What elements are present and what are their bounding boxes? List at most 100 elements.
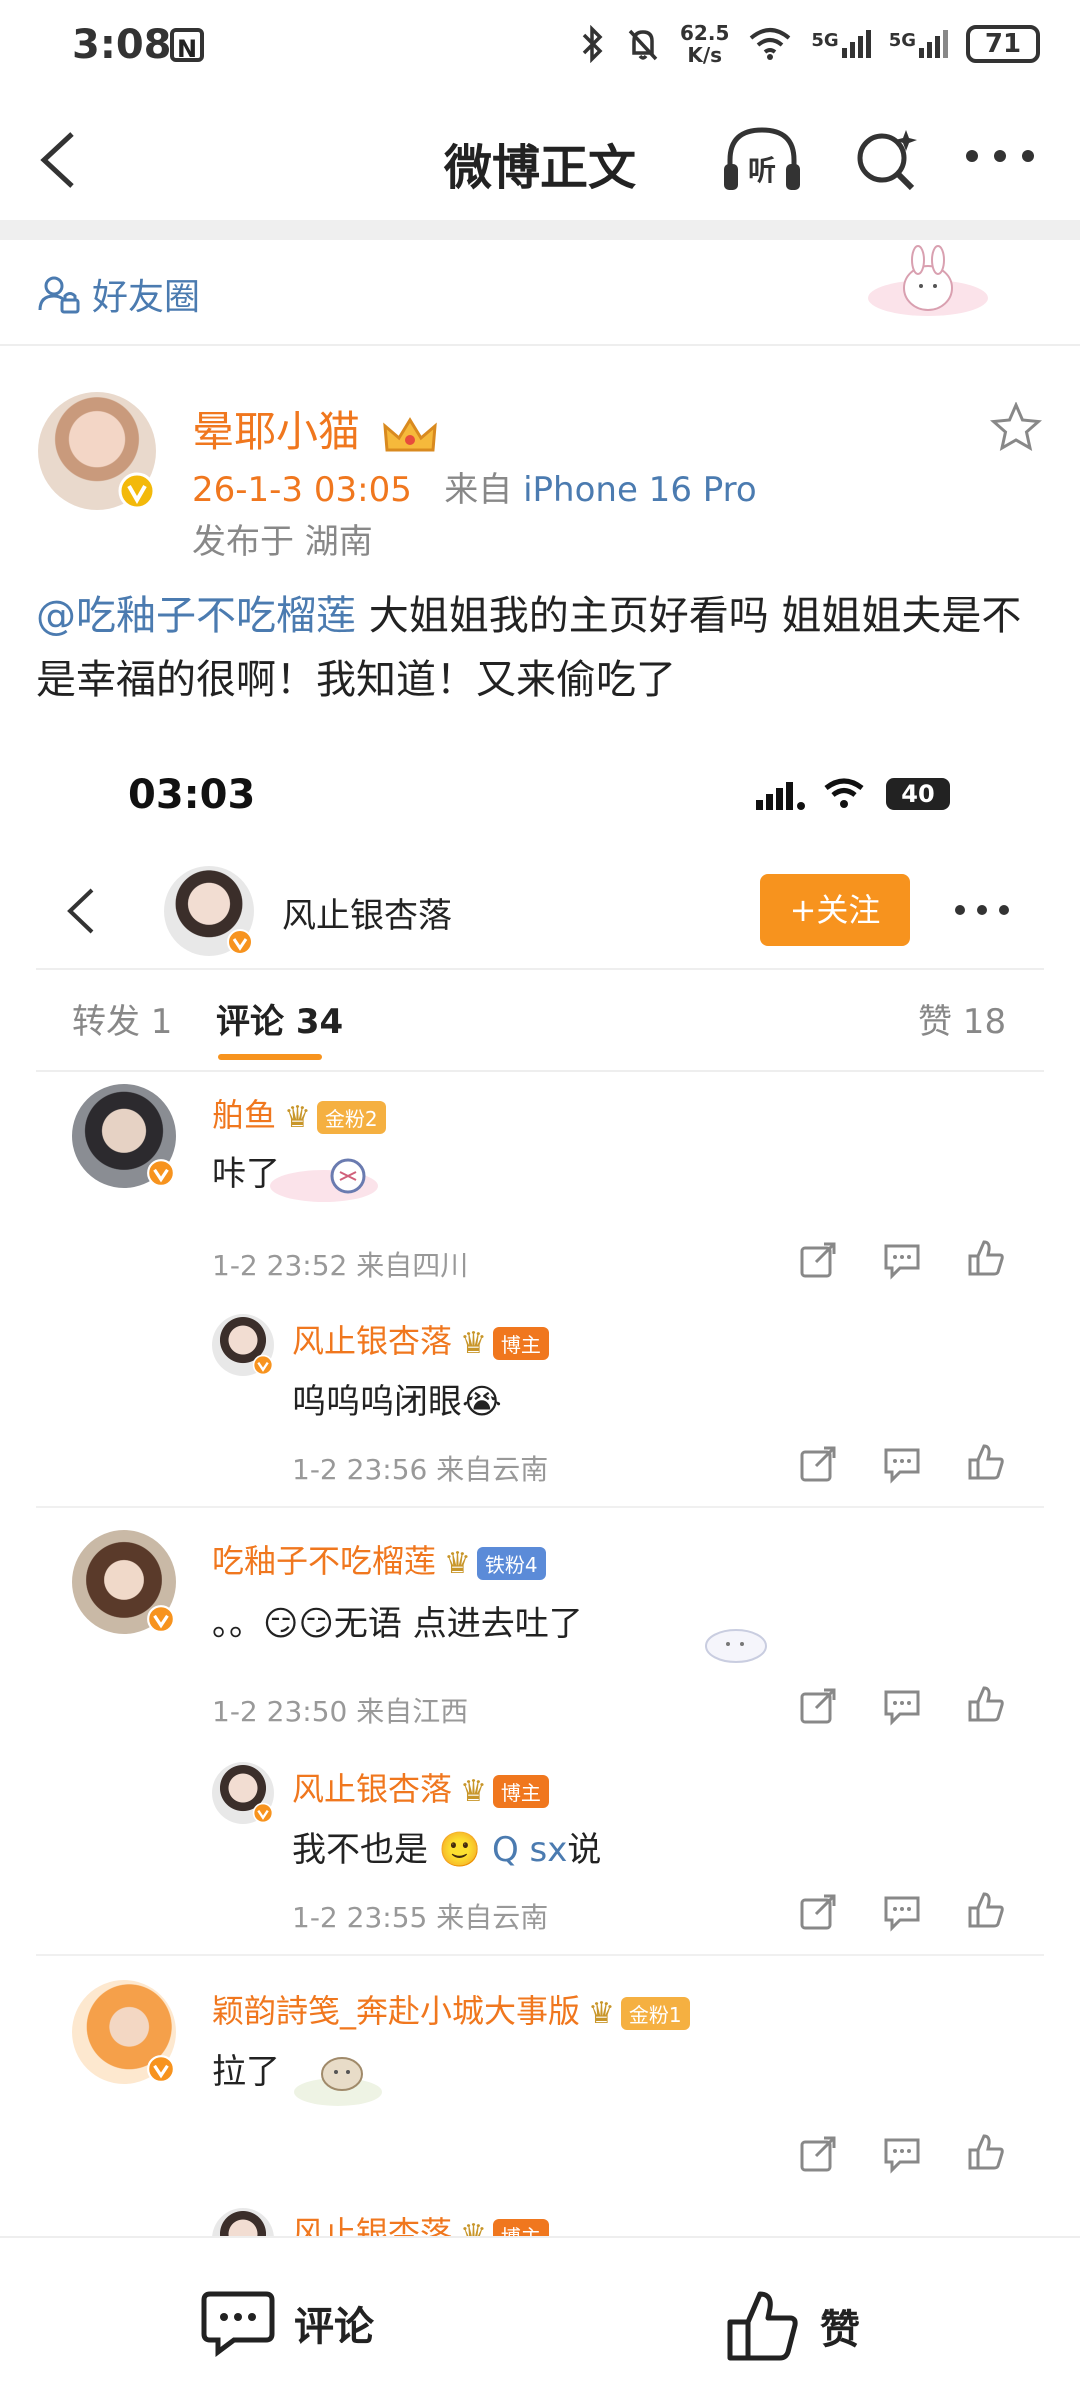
comment-divider xyxy=(36,1506,1044,1508)
tabs-top-divider xyxy=(36,968,1044,970)
reply-icon[interactable] xyxy=(882,2134,922,2174)
reply-icon[interactable] xyxy=(882,1686,922,1726)
verified-badge-icon xyxy=(118,472,156,510)
author-name[interactable]: 晕耶小猫 xyxy=(192,398,439,459)
like-button[interactable]: 赞 xyxy=(726,2288,860,2364)
reply-icon[interactable] xyxy=(882,1444,922,1484)
tabs-bottom-divider xyxy=(36,1070,1044,1072)
crown-vip-icon xyxy=(383,416,438,451)
speed-value: 62.5 xyxy=(680,21,730,45)
tab-comments[interactable]: 评论 34 xyxy=(216,994,343,1043)
mute-bell-icon xyxy=(628,29,658,61)
listen-icon[interactable]: 听 xyxy=(720,122,804,198)
owner-badge: 博主 xyxy=(492,1326,549,1360)
verified-orange-icon xyxy=(147,1159,175,1187)
fan-badge: 铁粉4 xyxy=(476,1546,546,1580)
more-options-icon[interactable] xyxy=(964,146,1036,166)
reply-author[interactable]: 风止银杏落♛博主 xyxy=(292,1764,549,1810)
reply-author[interactable]: 风止银杏落♛博主 xyxy=(292,1316,549,1362)
comment-author-name: 颖韵詩笺_奔赴小城大事版 xyxy=(212,1992,581,2030)
verified-orange-icon xyxy=(252,1354,274,1376)
owner-badge: 博主 xyxy=(492,1774,549,1808)
friends-circle-label: 好友圈 xyxy=(92,277,201,318)
signal-1: 5G xyxy=(811,30,871,58)
crown-icon: ♛ xyxy=(588,1995,615,2031)
share-icon[interactable] xyxy=(798,2134,838,2174)
lock-people-icon xyxy=(38,276,80,314)
bottom-action-bar: 评论 赞 xyxy=(0,2236,1080,2402)
notification-n-icon: N xyxy=(170,28,204,63)
reply-icon[interactable] xyxy=(882,1240,922,1280)
embedded-signal-icon xyxy=(756,782,805,810)
active-tab-indicator xyxy=(218,1054,322,1060)
like-icon[interactable] xyxy=(966,2132,1006,2172)
like-icon[interactable] xyxy=(966,1442,1006,1482)
top-nav: 微博正文 听 xyxy=(0,100,1080,220)
embedded-more-icon[interactable] xyxy=(952,902,1012,918)
bluetooth-icon xyxy=(582,25,603,63)
search-link[interactable]: Q sx xyxy=(492,1830,567,1870)
comment-time: 1-2 23:50 来自江西 xyxy=(212,1695,469,1728)
tab-likes[interactable]: 赞 18 xyxy=(918,994,1006,1043)
like-button-label: 赞 xyxy=(820,2307,860,2353)
reply-text: 我不也是 🙂 Q sx说 xyxy=(292,1822,601,1871)
reply-text: 呜呜呜闭眼😭 xyxy=(292,1382,502,1422)
svg-text:听: 听 xyxy=(748,154,776,187)
sticker-icon xyxy=(270,1158,378,1202)
post-meta: 26-1-3 03:05 来自 iPhone 16 Pro xyxy=(192,462,757,511)
reply-text-prefix: 我不也是 🙂 xyxy=(292,1830,492,1870)
crown-icon: ♛ xyxy=(284,1099,311,1135)
reply-author-name: 风止银杏落 xyxy=(292,1322,453,1360)
follow-button[interactable]: +关注 xyxy=(760,874,910,946)
verified-orange-icon xyxy=(252,1802,274,1824)
reply-icon[interactable] xyxy=(882,1892,922,1932)
share-icon[interactable] xyxy=(798,1892,838,1932)
battery-indicator: 71 xyxy=(966,25,1040,63)
reply-time: 1-2 23:55 来自云南 xyxy=(292,1901,549,1934)
favorite-star-icon[interactable] xyxy=(990,402,1042,452)
crown-icon: ♛ xyxy=(460,1773,487,1809)
mention-link[interactable]: @吃釉子不吃榴莲 xyxy=(36,593,356,639)
comment-author[interactable]: 吃釉子不吃榴莲 ♛ 铁粉4 xyxy=(212,1536,546,1582)
status-time: 3:08 xyxy=(72,22,172,68)
comment-time: 1-2 23:52 来自四川 xyxy=(212,1249,469,1282)
reply-author-name: 风止银杏落 xyxy=(292,1770,453,1808)
comment-author[interactable]: 颖韵詩笺_奔赴小城大事版 ♛ 金粉1 xyxy=(212,1986,690,2032)
wifi-icon xyxy=(750,28,791,60)
fan-badge: 金粉2 xyxy=(316,1100,386,1134)
share-icon[interactable] xyxy=(798,1240,838,1280)
verified-orange-icon xyxy=(227,929,253,955)
sticker-icon xyxy=(294,2057,382,2106)
crown-icon: ♛ xyxy=(460,1325,487,1361)
tab-repost[interactable]: 转发 1 xyxy=(72,994,172,1043)
share-icon[interactable] xyxy=(798,1686,838,1726)
post-device[interactable]: iPhone 16 Pro xyxy=(523,470,757,510)
comment-text: 拉了 xyxy=(212,2052,280,2092)
speed-unit: K/s xyxy=(687,43,723,67)
verified-orange-icon xyxy=(147,2055,175,2083)
embedded-back-icon[interactable] xyxy=(64,886,98,936)
like-icon[interactable] xyxy=(966,1684,1006,1724)
share-icon[interactable] xyxy=(798,1444,838,1484)
post-body: @吃釉子不吃榴莲 大姐姐我的主页好看吗 姐姐姐夫是不是幸福的很啊！我知道！又来偷… xyxy=(36,584,1046,712)
net-type-1: 5G xyxy=(811,30,839,51)
post-location: 发布于 湖南 xyxy=(192,522,373,562)
embedded-profile-name[interactable]: 风止银杏落 xyxy=(282,888,452,937)
comment-author[interactable]: 舶鱼 ♛ 金粉2 xyxy=(212,1090,386,1136)
reply-time: 1-2 23:56 来自云南 xyxy=(292,1453,549,1486)
comment-bubble-icon xyxy=(201,2291,275,2357)
post-source-prefix: 来自 xyxy=(444,470,513,510)
comment-button-label: 评论 xyxy=(294,2304,374,2350)
friends-circle-tag[interactable]: 好友圈 xyxy=(38,268,200,320)
network-speed: 62.5 K/s xyxy=(680,22,729,66)
embedded-battery: 40 xyxy=(886,778,950,810)
status-icons: 62.5 K/s 5G 5G 71 xyxy=(580,22,1040,66)
embedded-status-time: 03:03 xyxy=(128,772,256,818)
search-icon[interactable] xyxy=(850,124,922,196)
like-icon[interactable] xyxy=(966,1890,1006,1930)
reply-text-suffix: 说 xyxy=(567,1830,602,1870)
like-icon[interactable] xyxy=(966,1238,1006,1278)
comment-button[interactable]: 评论 xyxy=(200,2288,374,2358)
author-name-text: 晕耶小猫 xyxy=(192,407,361,456)
section-divider xyxy=(0,344,1080,346)
